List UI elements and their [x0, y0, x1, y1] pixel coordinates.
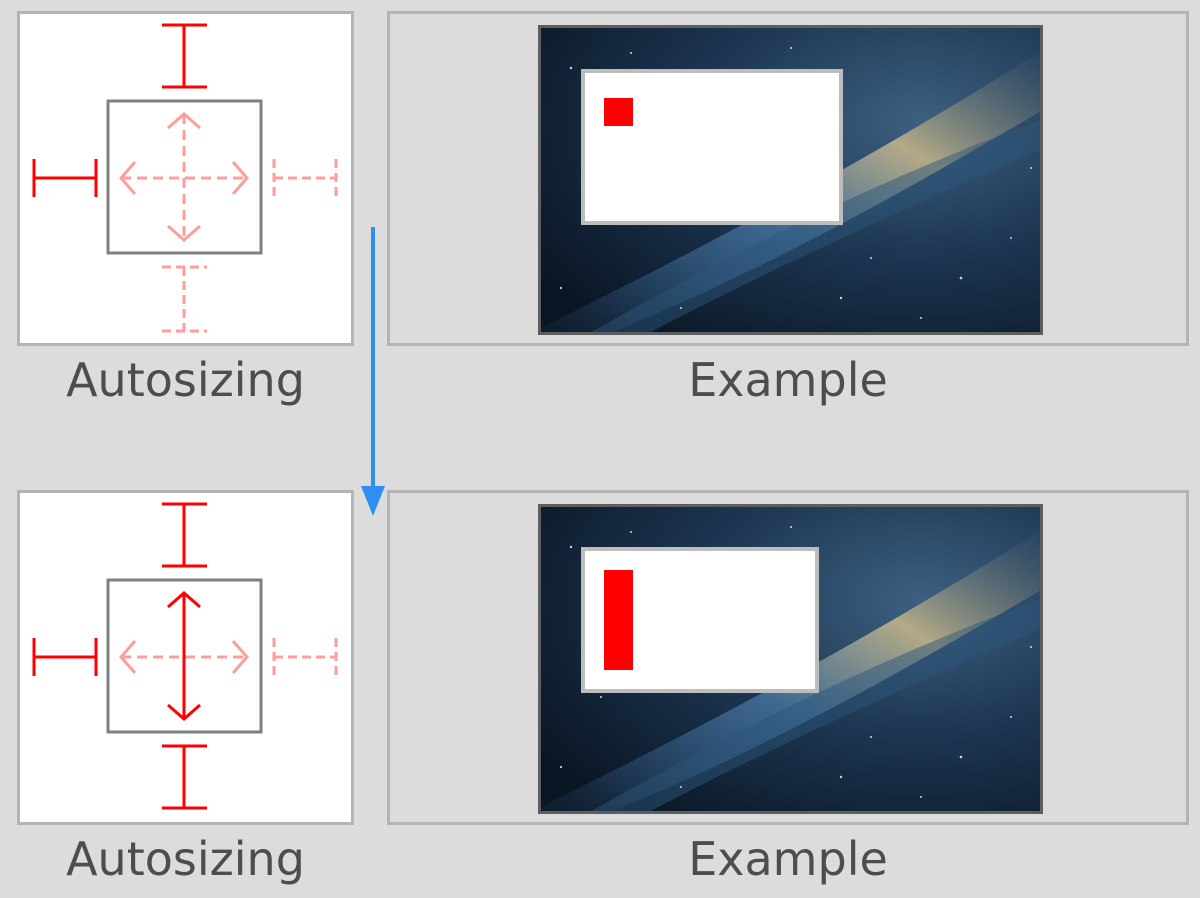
bottom-strut-icon: [162, 744, 207, 810]
subview-marker: [604, 98, 633, 126]
right-strut-icon: [272, 159, 338, 197]
example-panel-bottom: [387, 490, 1189, 825]
subview-marker: [604, 570, 633, 670]
top-strut-icon: [162, 23, 207, 89]
example-caption-top: Example: [688, 353, 888, 407]
left-strut-icon: [32, 638, 98, 676]
autosizing-caption-bottom: Autosizing: [66, 832, 305, 886]
down-arrow-icon: [361, 227, 385, 516]
desktop-preview-top: [538, 25, 1043, 335]
left-strut-icon: [32, 159, 98, 197]
window-preview: [581, 547, 819, 693]
top-strut-icon: [162, 502, 207, 568]
bottom-strut-icon: [162, 265, 207, 333]
right-strut-icon: [272, 638, 338, 676]
autosizing-diagram-bottom: [32, 502, 338, 810]
autosizing-diagram-top: [32, 23, 338, 333]
desktop-preview-bottom: [538, 504, 1043, 814]
example-panel-top: [387, 11, 1189, 346]
window-preview: [581, 69, 843, 225]
example-caption-bottom: Example: [688, 832, 888, 886]
autosizing-panel-bottom[interactable]: [17, 490, 354, 825]
autosizing-caption-top: Autosizing: [66, 353, 305, 407]
autosizing-panel-top[interactable]: [17, 11, 354, 346]
